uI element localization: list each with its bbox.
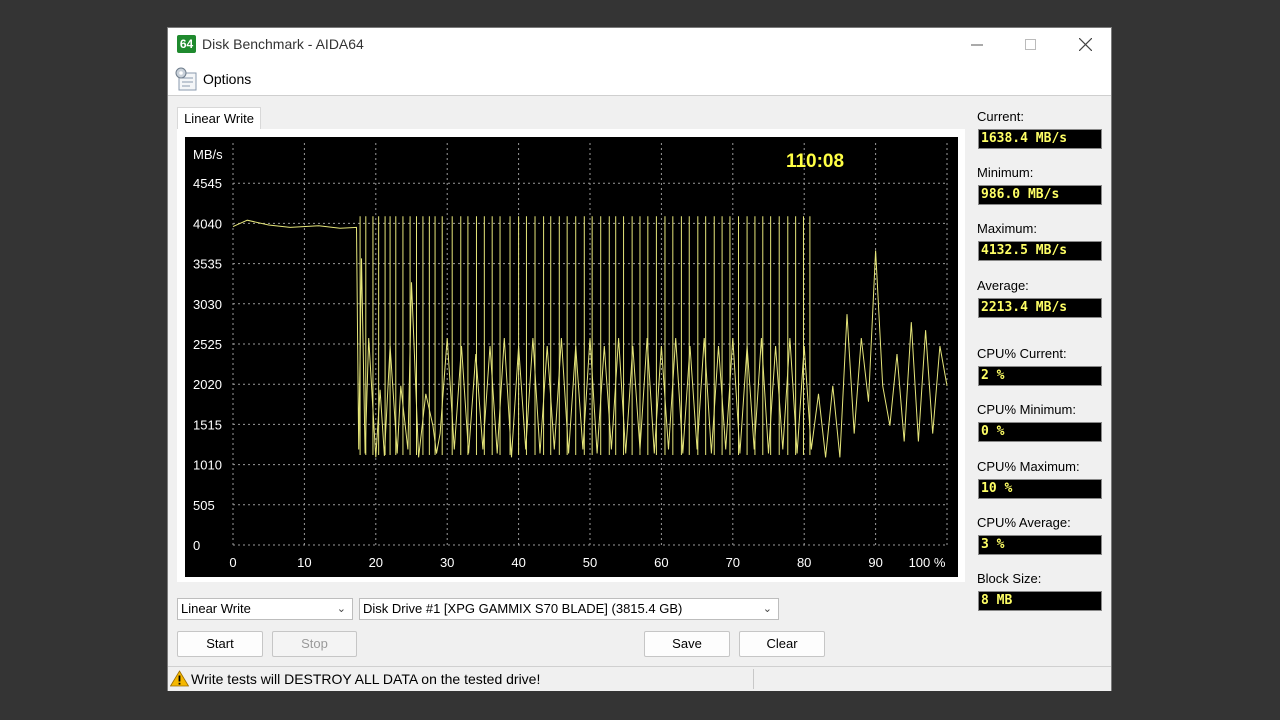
warning-icon	[170, 670, 189, 687]
series-line	[232, 219, 948, 458]
y-tick-label: 4545	[193, 176, 222, 191]
benchmark-chart: 4545 4040 3535 3030 2525 2020 1515 1010 505 0 0 10…	[185, 137, 958, 577]
x-tick-label: 70	[726, 555, 740, 570]
aida64-app-icon: 64	[177, 35, 196, 53]
menu-bar: Options	[168, 61, 1111, 96]
minimum-value: 986.0 MB/s	[978, 185, 1102, 205]
minimize-icon	[971, 44, 983, 45]
status-bar: Write tests will DESTROY ALL DATA on the…	[168, 666, 1111, 691]
y-tick-label: 1515	[193, 417, 222, 432]
window-title: Disk Benchmark - AIDA64	[202, 36, 364, 52]
x-tick-label: 10	[297, 555, 311, 570]
maximum-label: Maximum:	[977, 221, 1037, 236]
x-tick-label: 100 %	[909, 555, 946, 570]
cpu-average-label: CPU% Average:	[977, 515, 1071, 530]
options-icon	[175, 67, 197, 91]
x-tick-label: 60	[654, 555, 668, 570]
options-label: Options	[203, 71, 252, 87]
clear-button[interactable]: Clear	[739, 631, 825, 657]
x-tick-label: 90	[868, 555, 882, 570]
x-tick-label: 20	[369, 555, 383, 570]
chevron-down-icon: ⌄	[762, 603, 772, 615]
y-tick-label: 2525	[193, 337, 222, 352]
cpu-minimum-label: CPU% Minimum:	[977, 402, 1076, 417]
maximum-value: 4132.5 MB/s	[978, 241, 1102, 261]
y-axis-label: MB/s	[193, 147, 223, 162]
x-tick-label: 50	[583, 555, 597, 570]
x-tick-label: 40	[511, 555, 525, 570]
disk-benchmark-window: 64 Disk Benchmark - AIDA64 Options Linea…	[167, 27, 1112, 691]
minimize-button[interactable]	[954, 28, 1000, 61]
x-tick-label: 0	[229, 555, 236, 570]
drive-select[interactable]: Disk Drive #1 [XPG GAMMIX S70 BLADE] (38…	[359, 598, 779, 620]
x-tick-label: 30	[440, 555, 454, 570]
cpu-current-value: 2 %	[978, 366, 1102, 386]
title-bar: 64 Disk Benchmark - AIDA64	[168, 28, 1111, 61]
maximize-icon	[1025, 38, 1036, 50]
maximize-button[interactable]	[1008, 28, 1054, 61]
minimum-label: Minimum:	[977, 165, 1034, 180]
test-type-value: Linear Write	[181, 601, 251, 616]
elapsed-timer: 110:08	[786, 151, 844, 172]
average-value: 2213.4 MB/s	[978, 298, 1102, 318]
chart-svg: 4545 4040 3535 3030 2525 2020 1515 1010 505 0 0 10…	[193, 143, 948, 570]
y-tick-label: 1010	[193, 458, 222, 473]
y-tick-label: 505	[193, 498, 215, 513]
y-tick-label: 3030	[193, 297, 222, 312]
current-label: Current:	[977, 109, 1024, 124]
drive-value: Disk Drive #1 [XPG GAMMIX S70 BLADE] (38…	[363, 601, 683, 616]
status-divider	[753, 669, 754, 689]
start-button[interactable]: Start	[177, 631, 263, 657]
average-label: Average:	[977, 278, 1029, 293]
cpu-average-value: 3 %	[978, 535, 1102, 555]
y-tick-label: 2020	[193, 377, 222, 392]
y-tick-label: 4040	[193, 216, 222, 231]
stop-button[interactable]: Stop	[272, 631, 357, 657]
save-button[interactable]: Save	[644, 631, 730, 657]
block-size-value: 8 MB	[978, 591, 1102, 611]
y-tick-label: 3535	[193, 257, 222, 272]
warning-text: Write tests will DESTROY ALL DATA on the…	[191, 671, 541, 687]
test-type-select[interactable]: Linear Write ⌄	[177, 598, 353, 620]
tab-linear-write[interactable]: Linear Write	[177, 107, 261, 130]
cpu-maximum-value: 10 %	[978, 479, 1102, 499]
chevron-down-icon: ⌄	[336, 603, 346, 615]
close-button[interactable]	[1062, 28, 1108, 61]
close-icon	[1078, 38, 1092, 51]
cpu-current-label: CPU% Current:	[977, 346, 1067, 361]
x-tick-label: 80	[797, 555, 811, 570]
cpu-maximum-label: CPU% Maximum:	[977, 459, 1080, 474]
y-tick-label: 0	[193, 538, 200, 553]
cpu-minimum-value: 0 %	[978, 422, 1102, 442]
current-value: 1638.4 MB/s	[978, 129, 1102, 149]
block-size-label: Block Size:	[977, 571, 1042, 586]
